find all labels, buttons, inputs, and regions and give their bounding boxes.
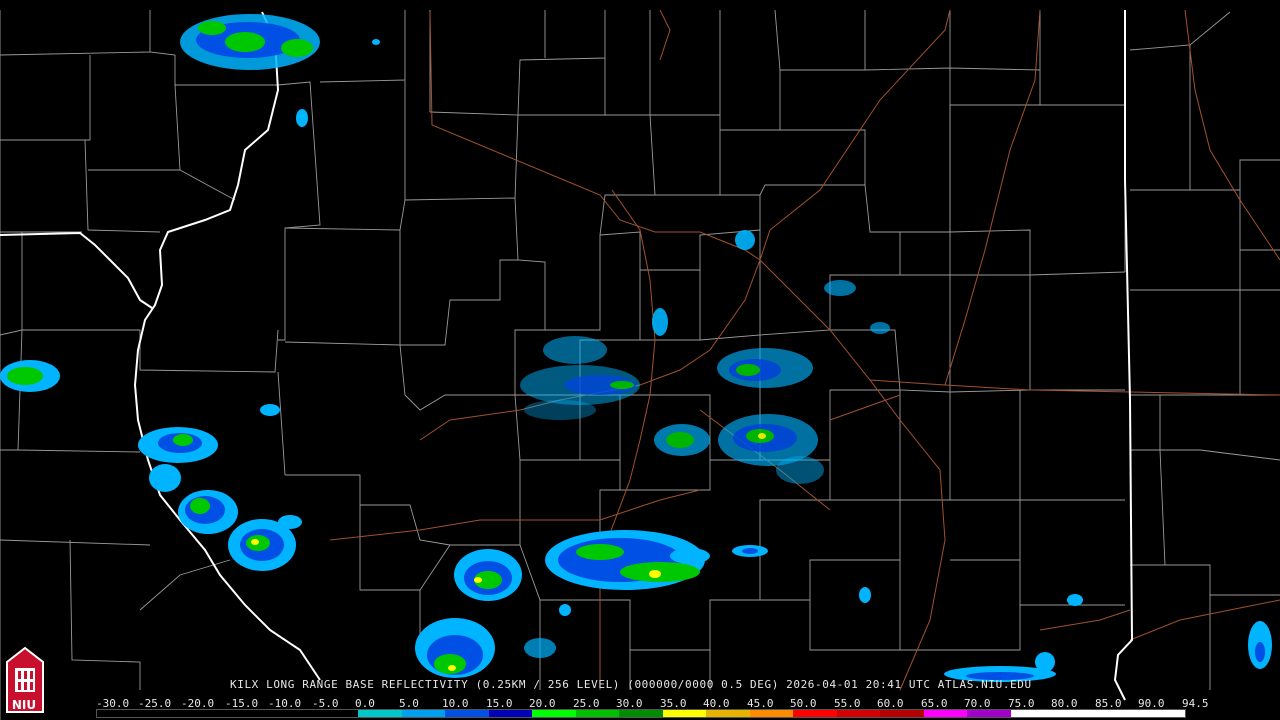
colorbar-swatch <box>575 710 620 717</box>
colorbar-swatch <box>271 710 315 717</box>
colorbar-swatch <box>1097 710 1142 717</box>
colorbar-swatch <box>97 710 141 717</box>
colorbar-swatch <box>880 710 924 717</box>
colorbar-swatch <box>967 710 1011 717</box>
echo-cluster-northwest <box>180 14 320 70</box>
colorbar-swatch <box>358 710 402 717</box>
colorbar-swatch <box>923 710 968 717</box>
product-caption: KILX LONG RANGE BASE REFLECTIVITY (0.25K… <box>230 678 1032 691</box>
reflectivity-colorbar <box>96 709 1186 718</box>
colorbar-swatch <box>140 710 185 717</box>
colorbar-swatch <box>445 710 489 717</box>
radar-map <box>0 0 1280 720</box>
colorbar-swatch <box>1054 710 1098 717</box>
colorbar-swatch <box>793 710 837 717</box>
colorbar-swatch <box>488 710 533 717</box>
colorbar-swatch <box>401 710 446 717</box>
colorbar-swatch <box>227 710 272 717</box>
colorbar-swatch <box>1141 710 1185 717</box>
colorbar-swatch <box>184 710 228 717</box>
colorbar-labels: -30.0 -25.0 -20.0 -15.0 -10.0 -5.0 0.0 5.0 10.0 1… <box>96 697 1209 710</box>
colorbar-swatch <box>314 710 359 717</box>
colorbar-swatch <box>619 710 663 717</box>
colorbar-swatch <box>1010 710 1055 717</box>
colorbar-swatch <box>662 710 707 717</box>
colorbar-swatch <box>532 710 576 717</box>
colorbar-swatch <box>749 710 794 717</box>
colorbar-swatch <box>706 710 750 717</box>
colorbar-swatch <box>836 710 881 717</box>
niu-logo-text: NIU <box>11 698 37 712</box>
